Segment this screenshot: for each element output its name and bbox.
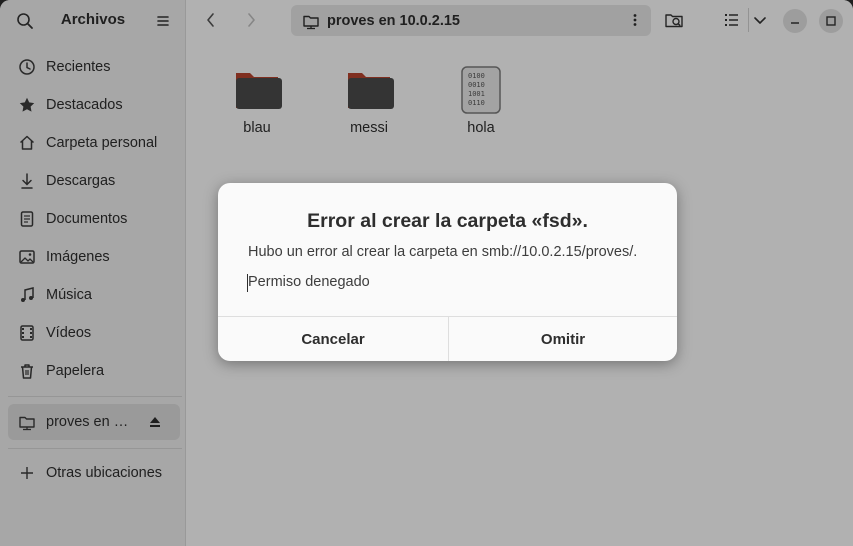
skip-button[interactable]: Omitir [449,317,677,361]
dialog-title: Error al crear la carpeta «fsd». [307,210,588,232]
cancel-button[interactable]: Cancelar [218,317,448,361]
dialog-detail[interactable]: Permiso denegado [248,274,370,290]
error-dialog: Error al crear la carpeta «fsd». Hubo un… [218,183,677,361]
dialog-message: Hubo un error al crear la carpeta en smb… [248,244,638,260]
